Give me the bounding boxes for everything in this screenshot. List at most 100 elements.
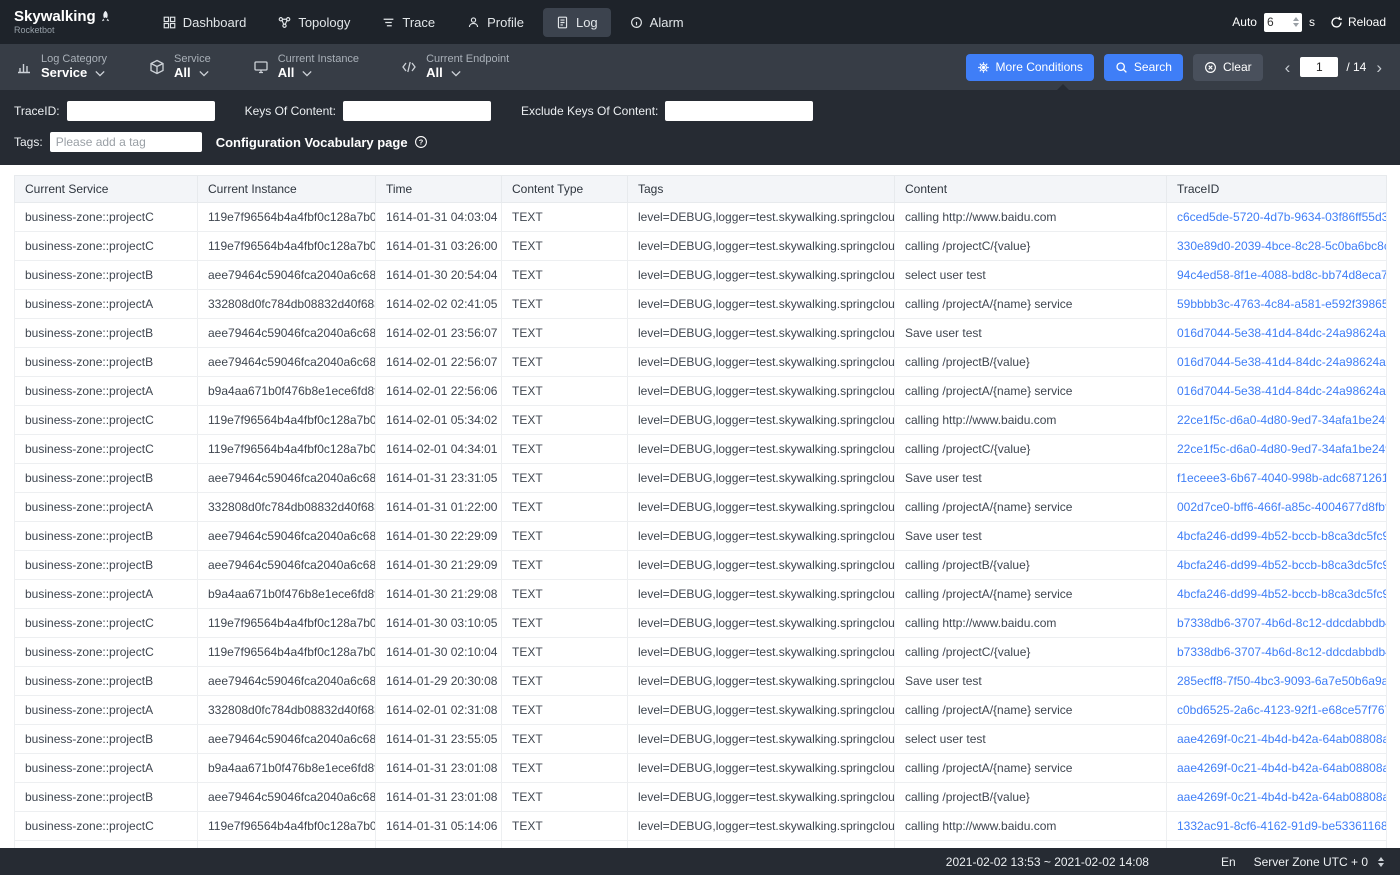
table-row[interactable]: business-zone::projectA332808d0fc784db08… (15, 290, 1387, 319)
table-row[interactable]: business-zone::projectC119e7f96564b4a4fb… (15, 638, 1387, 667)
cell-trace-id[interactable]: 4bcfa246-dd99-4b52-bccb-b8ca3dc5fc94 (1167, 580, 1387, 609)
cell-trace-id[interactable]: 4bcfa246-dd99-4b52-bccb-b8ca3dc5fc94 (1167, 522, 1387, 551)
server-zone-stepper[interactable] (1378, 857, 1384, 867)
chevron-down-icon (95, 70, 105, 77)
auto-interval-stepper[interactable] (1293, 17, 1299, 27)
current-page-input[interactable]: 1 (1300, 57, 1338, 77)
next-page-icon[interactable]: › (1374, 59, 1384, 76)
search-button[interactable]: Search (1104, 54, 1183, 81)
reload-icon (1330, 16, 1343, 29)
prev-page-icon[interactable]: ‹ (1283, 59, 1293, 76)
cell-content: calling /projectC/{value} (895, 638, 1167, 667)
cell-current-service: business-zone::projectC (15, 638, 198, 667)
cell-trace-id[interactable]: 22ce1f5c-d6a0-4d80-9ed7-34afa1be2490 (1167, 435, 1387, 464)
cell-trace-id[interactable]: aae4269f-0c21-4b4d-b42a-64ab08808ac8 (1167, 783, 1387, 812)
cell-trace-id[interactable]: f1eceee3-6b67-4040-998b-adc6871261c1 (1167, 464, 1387, 493)
table-row[interactable]: business-zone::projectAb9a4aa671b0f476b8… (15, 754, 1387, 783)
bar-chart-icon (16, 59, 32, 75)
current-instance-select[interactable]: Current Instance All (253, 53, 359, 81)
vocabulary-link[interactable]: Configuration Vocabulary page ? (216, 135, 428, 150)
table-row[interactable]: business-zone::projectC119e7f96564b4a4fb… (15, 232, 1387, 261)
stepper-down-icon[interactable] (1378, 863, 1384, 867)
reload-button[interactable]: Reload (1330, 15, 1386, 29)
table-row[interactable]: business-zone::projectC119e7f96564b4a4fb… (15, 203, 1387, 232)
table-row[interactable]: business-zone::projectBaee79464c59046fca… (15, 464, 1387, 493)
cell-trace-id[interactable]: 285ecff8-7f50-4bc3-9093-6a7e50b6a9a3 (1167, 667, 1387, 696)
reload-label: Reload (1348, 15, 1386, 29)
clear-icon (1204, 61, 1217, 74)
stepper-up-icon[interactable] (1293, 17, 1299, 21)
cell-trace-id[interactable]: 016d7044-5e38-41d4-84dc-24a98624a30e (1167, 348, 1387, 377)
cell-trace-id[interactable]: b7338db6-3707-4b6d-8c12-ddcdabbdb45a (1167, 609, 1387, 638)
table-row[interactable]: business-zone::projectBaee79464c59046fca… (15, 522, 1387, 551)
cell-tags: level=DEBUG,logger=test.skywalking.sprin… (628, 812, 895, 841)
cell-time: 1614-01-30 21:29:09 (376, 551, 502, 580)
table-row[interactable]: business-zone::projectBaee79464c59046fca… (15, 667, 1387, 696)
time-range-picker[interactable]: 2021-02-02 13:53 ~ 2021-02-02 14:08 (946, 855, 1149, 869)
question-circle-icon[interactable]: ? (414, 135, 428, 149)
cell-time: 1614-01-30 03:10:05 (376, 609, 502, 638)
cell-trace-id[interactable]: 4bcfa246-dd99-4b52-bccb-b8ca3dc5fc94 (1167, 551, 1387, 580)
cell-trace-id[interactable]: 59bbbb3c-4763-4c84-a581-e592f39865bd (1167, 290, 1387, 319)
cell-trace-id[interactable]: 94c4ed58-8f1e-4088-bd8c-bb74d8eca703 (1167, 261, 1387, 290)
nav-item-topology[interactable]: Topology (265, 8, 363, 37)
clear-button[interactable]: Clear (1193, 54, 1263, 81)
chevron-down-icon (451, 70, 461, 77)
log-category-select[interactable]: Log Category Service (16, 53, 107, 81)
nav-item-log[interactable]: Log (543, 8, 611, 37)
table-row[interactable]: business-zone::projectBaee79464c59046fca… (15, 783, 1387, 812)
cell-trace-id[interactable]: aae4269f-0c21-4b4d-b42a-64ab08808ac8 (1167, 725, 1387, 754)
nav-item-alarm[interactable]: Alarm (617, 8, 697, 37)
table-row[interactable]: business-zone::projectC119e7f96564b4a4fb… (15, 435, 1387, 464)
tags-input[interactable] (50, 132, 202, 152)
cell-trace-id[interactable]: 330e89d0-2039-4bce-8c28-5c0ba6bc8ce7 (1167, 232, 1387, 261)
stepper-down-icon[interactable] (1293, 23, 1299, 27)
table-row[interactable]: business-zone::projectBaee79464c59046fca… (15, 551, 1387, 580)
exclude-keys-input[interactable] (665, 101, 813, 121)
nav-item-profile[interactable]: Profile (454, 8, 537, 37)
cell-content-type: TEXT (502, 812, 628, 841)
language-toggle[interactable]: En (1221, 855, 1236, 869)
cell-trace-id[interactable]: 1332ac91-8cf6-4162-91d9-be53361168a9 (1167, 812, 1387, 841)
nav-item-dashboard[interactable]: Dashboard (150, 8, 260, 37)
cell-time: 1614-02-01 22:56:07 (376, 348, 502, 377)
table-row[interactable]: business-zone::projectA332808d0fc784db08… (15, 493, 1387, 522)
nav-item-trace[interactable]: Trace (369, 8, 448, 37)
cell-trace-id[interactable]: 002d7ce0-bff6-466f-a85c-4004677d8fbf (1167, 493, 1387, 522)
table-row[interactable]: business-zone::projectAb9a4aa671b0f476b8… (15, 377, 1387, 406)
service-select[interactable]: Service All (149, 53, 211, 81)
table-row[interactable]: business-zone::projectBaee79464c59046fca… (15, 348, 1387, 377)
auto-unit: s (1309, 15, 1315, 29)
table-row[interactable]: business-zone::projectAb9a4aa671b0f476b8… (15, 580, 1387, 609)
keys-of-content-input[interactable] (343, 101, 491, 121)
cell-content-type: TEXT (502, 290, 628, 319)
table-row[interactable]: business-zone::projectBaee79464c59046fca… (15, 319, 1387, 348)
cell-trace-id[interactable]: c6ced5de-5720-4d7b-9634-03f86ff55d30 (1167, 203, 1387, 232)
current-endpoint-select[interactable]: Current Endpoint All (401, 53, 509, 81)
table-row[interactable]: business-zone::projectBaee79464c59046fca… (15, 725, 1387, 754)
nav-item-label: Log (576, 15, 598, 30)
cell-trace-id[interactable]: aae4269f-0c21-4b4d-b42a-64ab08808ac8 (1167, 754, 1387, 783)
brand-logo[interactable]: Skywalking Rocketbot (14, 9, 112, 35)
cell-content: calling /projectC/{value} (895, 435, 1167, 464)
table-row[interactable]: business-zone::projectC119e7f96564b4a4fb… (15, 406, 1387, 435)
cell-trace-id[interactable]: 016d7044-5e38-41d4-84dc-24a98624a30e (1167, 377, 1387, 406)
auto-interval-input[interactable] (1264, 13, 1302, 32)
search-label: Search (1134, 60, 1172, 74)
table-row[interactable]: business-zone::projectBaee79464c59046fca… (15, 261, 1387, 290)
cell-content-type: TEXT (502, 203, 628, 232)
auto-interval-value[interactable] (1267, 15, 1287, 29)
cell-tags: level=DEBUG,logger=test.skywalking.sprin… (628, 696, 895, 725)
table-row[interactable]: business-zone::projectA332808d0fc784db08… (15, 696, 1387, 725)
table-row[interactable]: business-zone::projectC119e7f96564b4a4fb… (15, 812, 1387, 841)
cell-trace-id[interactable]: 016d7044-5e38-41d4-84dc-24a98624a30e (1167, 319, 1387, 348)
cell-content-type: TEXT (502, 725, 628, 754)
cell-trace-id[interactable]: b7338db6-3707-4b6d-8c12-ddcdabbdb45a (1167, 638, 1387, 667)
trace-id-input[interactable] (67, 101, 215, 121)
more-conditions-button[interactable]: More Conditions (966, 54, 1094, 81)
cell-trace-id[interactable]: 22ce1f5c-d6a0-4d80-9ed7-34afa1be2490 (1167, 406, 1387, 435)
stepper-up-icon[interactable] (1378, 857, 1384, 861)
cell-trace-id[interactable]: c0bd6525-2a6c-4123-92f1-e68ce57f767d (1167, 696, 1387, 725)
table-row[interactable]: business-zone::projectC119e7f96564b4a4fb… (15, 609, 1387, 638)
brand-subtitle: Rocketbot (14, 26, 112, 35)
